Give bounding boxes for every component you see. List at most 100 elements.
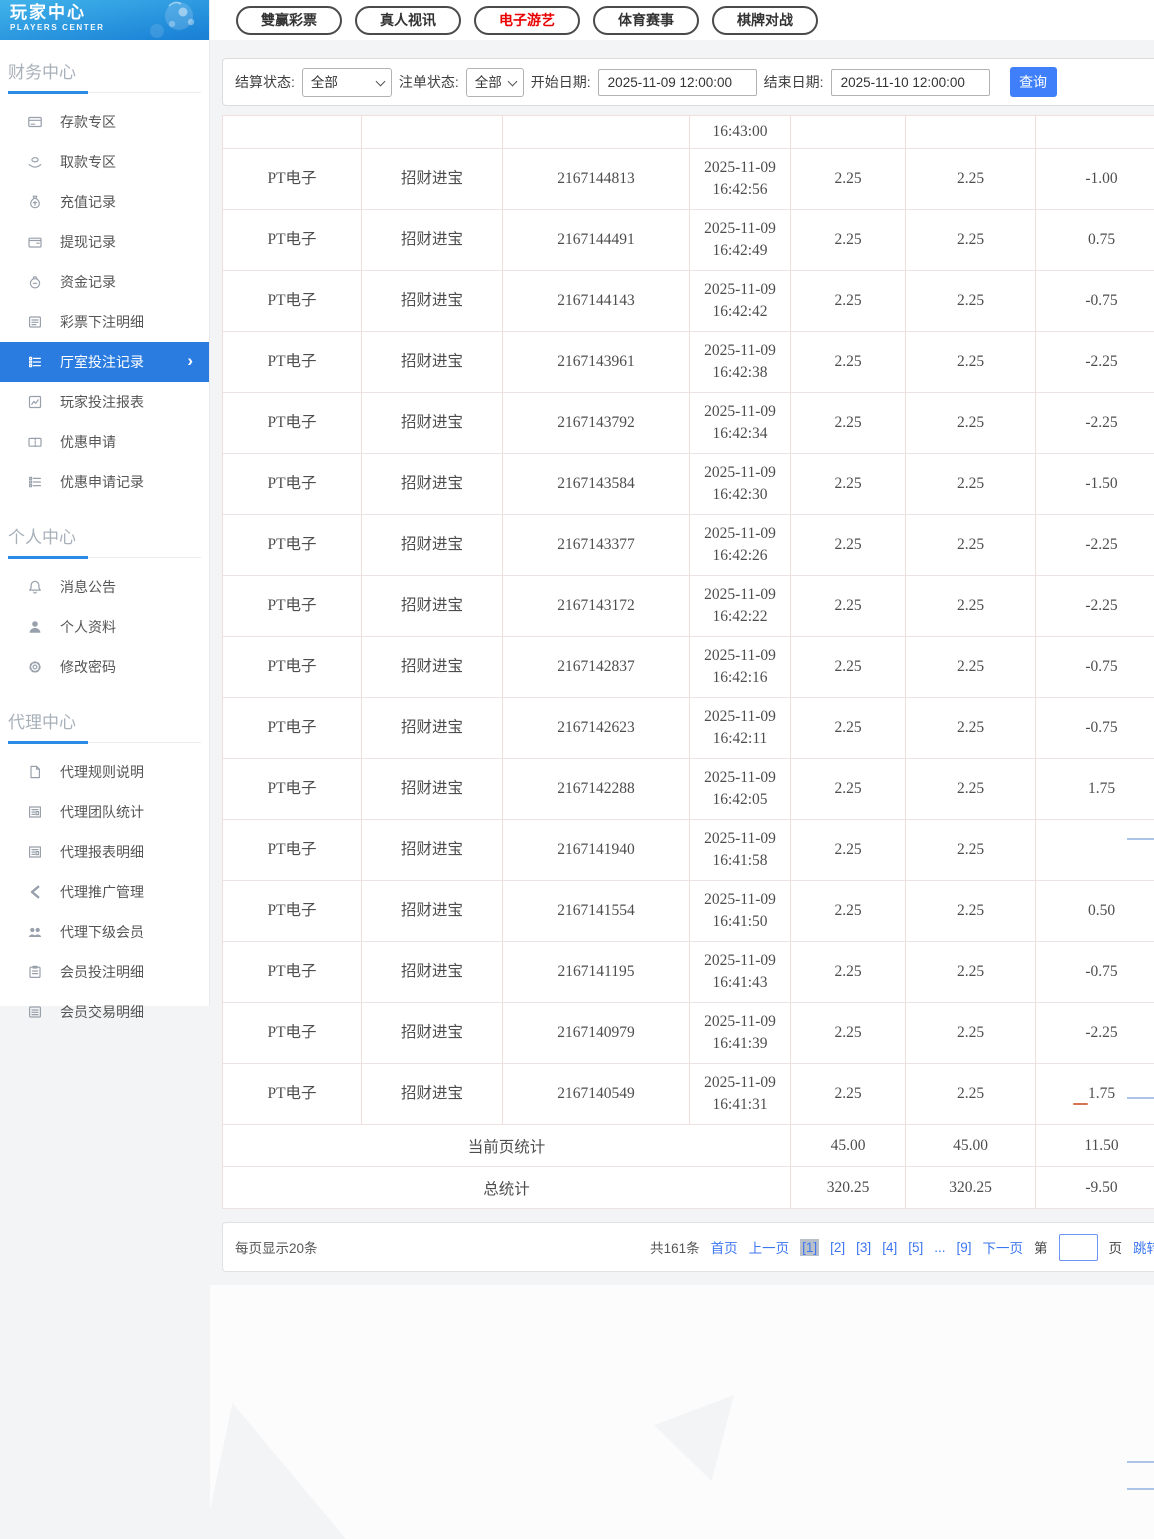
sidebar-item-coin-purse[interactable]: 资金记录	[0, 262, 209, 302]
sidebar-item-hall-record[interactable]: 厅室投注记录 ›	[0, 342, 209, 382]
sidebar-item-label: 会员交易明细	[60, 1004, 144, 1020]
edge-artifact-line	[1127, 838, 1154, 840]
page-number[interactable]: [5]	[908, 1240, 923, 1255]
cell-hall: PT电子	[223, 820, 362, 880]
sidebar-item-promo-ticket[interactable]: 优惠申请	[0, 422, 209, 462]
bet-time: 16:42:05	[712, 791, 768, 808]
bet-date: 2025-11-09	[704, 768, 776, 786]
sidebar-item-label: 消息公告	[60, 579, 116, 595]
cell-valid-bet: 2.25	[906, 820, 1036, 880]
summary-winloss-total: 11.50	[1084, 1136, 1119, 1154]
cell-valid-bet: 2.25	[906, 210, 1036, 270]
sidebar-item-team-report[interactable]: 代理团队统计	[0, 792, 209, 832]
nav-pill[interactable]: 真人视讯	[355, 5, 461, 35]
cell-win-loss: -2.25	[1085, 596, 1118, 614]
start-date-input[interactable]	[597, 68, 757, 96]
nav-pill[interactable]: 电子游艺	[474, 5, 580, 35]
cell-game: 招财进宝	[362, 1064, 503, 1124]
sidebar-item-gear[interactable]: 修改密码	[0, 647, 209, 687]
promo-ticket-icon	[27, 434, 43, 450]
summary-label: 总统计	[223, 1167, 791, 1208]
nav-pill[interactable]: 雙赢彩票	[236, 5, 342, 35]
end-date-label: 结束日期:	[763, 74, 824, 90]
jump-suffix-label: 页	[1108, 1241, 1123, 1256]
cell-order-number: 2167143584	[503, 454, 690, 514]
bet-date: 2025-11-09	[704, 585, 776, 603]
cell-time: 2025-11-09 16:41:58	[690, 820, 791, 880]
cell-bet-amount	[791, 116, 906, 148]
sidebar-item-label: 优惠申请	[60, 434, 116, 450]
cell-time: 2025-11-09 16:42:05	[690, 759, 791, 819]
bet-time: 16:41:50	[712, 913, 768, 930]
settle-status-select[interactable]: 全部	[301, 67, 392, 97]
total-count: 共161条	[650, 1241, 700, 1256]
page-jump-input[interactable]	[1058, 1233, 1098, 1261]
section-accent-underline	[8, 556, 88, 559]
sidebar-item-bell[interactable]: 消息公告	[0, 567, 209, 607]
summary-valid-total: 45.00	[906, 1125, 1036, 1166]
cell-game: 招财进宝	[362, 271, 503, 331]
player-report-icon	[27, 394, 43, 410]
jump-button[interactable]: 跳转	[1133, 1237, 1154, 1257]
first-page-link[interactable]: 首页	[711, 1237, 738, 1257]
sidebar-item-report-detail[interactable]: 代理报表明细	[0, 832, 209, 872]
sidebar-item-bank-card[interactable]: 存款专区	[0, 102, 209, 142]
cell-time: 2025-11-09 16:42:22	[690, 576, 791, 636]
sidebar-item-document[interactable]: 代理规则说明	[0, 752, 209, 792]
cell-valid-bet: 2.25	[906, 576, 1036, 636]
table-row: PT电子 招财进宝 2167143172 2025-11-09 16:42:22 2.25…	[223, 576, 1154, 637]
query-button[interactable]: 查询	[1009, 67, 1057, 97]
sidebar-item-members[interactable]: 代理下级会员	[0, 912, 209, 952]
menu-group: 代理规则说明 代理团队统计 代理报表明细 代理推广管理代理下级会员会员投注明细会员交易…	[0, 743, 209, 1035]
sidebar-item-member-bet[interactable]: 会员投注明细	[0, 952, 209, 992]
bet-date: 2025-11-09	[704, 646, 776, 664]
sidebar-item-share[interactable]: 代理推广管理	[0, 872, 209, 912]
cell-order-number: 2167142837	[503, 637, 690, 697]
sidebar-item-player-report[interactable]: 玩家投注报表	[0, 382, 209, 422]
cell-hall: PT电子	[223, 1003, 362, 1063]
prev-page-link[interactable]: 上一页	[749, 1237, 790, 1257]
bet-time: 16:42:11	[712, 730, 768, 747]
page-number[interactable]: [1]	[800, 1238, 820, 1256]
cell-hall	[223, 116, 362, 148]
order-status-select[interactable]: 全部	[465, 67, 524, 97]
bet-date: 2025-11-09	[704, 1073, 776, 1091]
next-page-link[interactable]: 下一页	[983, 1237, 1024, 1257]
table-row: PT电子 招财进宝 2167143377 2025-11-09 16:42:26 2.25…	[223, 515, 1154, 576]
cell-valid-bet: 2.25	[906, 332, 1036, 392]
page-ellipsis[interactable]: ...	[934, 1240, 945, 1255]
sidebar-item-withdraw-hand[interactable]: 取款专区	[0, 142, 209, 182]
cell-order-number	[503, 116, 690, 148]
section-header-label: 个人中心	[8, 528, 76, 547]
bottom-panel	[204, 1285, 1154, 1539]
cell-order-number: 2167143172	[503, 576, 690, 636]
cell-bet-amount: 2.25	[791, 881, 906, 941]
cell-bet-amount: 2.25	[791, 393, 906, 453]
cell-valid-bet: 2.25	[906, 637, 1036, 697]
page-number[interactable]: [2]	[830, 1240, 845, 1255]
cell-game: 招财进宝	[362, 515, 503, 575]
lottery-detail-icon	[27, 314, 43, 330]
cell-win-loss: 1.75	[1087, 779, 1116, 797]
cell-valid-bet: 2.25	[906, 454, 1036, 514]
nav-pill[interactable]: 体育赛事	[593, 5, 699, 35]
sidebar-item-label: 代理下级会员	[60, 924, 144, 940]
sidebar-item-promo-record[interactable]: 优惠申请记录	[0, 462, 209, 502]
sidebar-item-lottery-detail[interactable]: 彩票下注明细	[0, 302, 209, 342]
page-number[interactable]: [4]	[882, 1240, 897, 1255]
bet-time: 16:41:31	[712, 1096, 768, 1113]
page-number[interactable]: [9]	[956, 1240, 971, 1255]
end-date-input[interactable]	[830, 68, 990, 96]
bet-time: 16:42:22	[712, 608, 768, 625]
cell-time: 2025-11-09 16:41:39	[690, 1003, 791, 1063]
sidebar-item-person[interactable]: 个人资料	[0, 607, 209, 647]
sidebar-item-member-trade[interactable]: 会员交易明细	[0, 992, 209, 1032]
sidebar-item-wallet[interactable]: 提现记录	[0, 222, 209, 262]
nav-pill[interactable]: 棋牌对战	[712, 5, 818, 35]
page-number[interactable]: [3]	[856, 1240, 871, 1255]
bet-time: 16:42:42	[712, 303, 768, 320]
sidebar-item-money-bag[interactable]: 充值记录	[0, 182, 209, 222]
cell-order-number: 2167142288	[503, 759, 690, 819]
cell-bet-amount: 2.25	[791, 210, 906, 270]
cell-hall: PT电子	[223, 210, 362, 270]
